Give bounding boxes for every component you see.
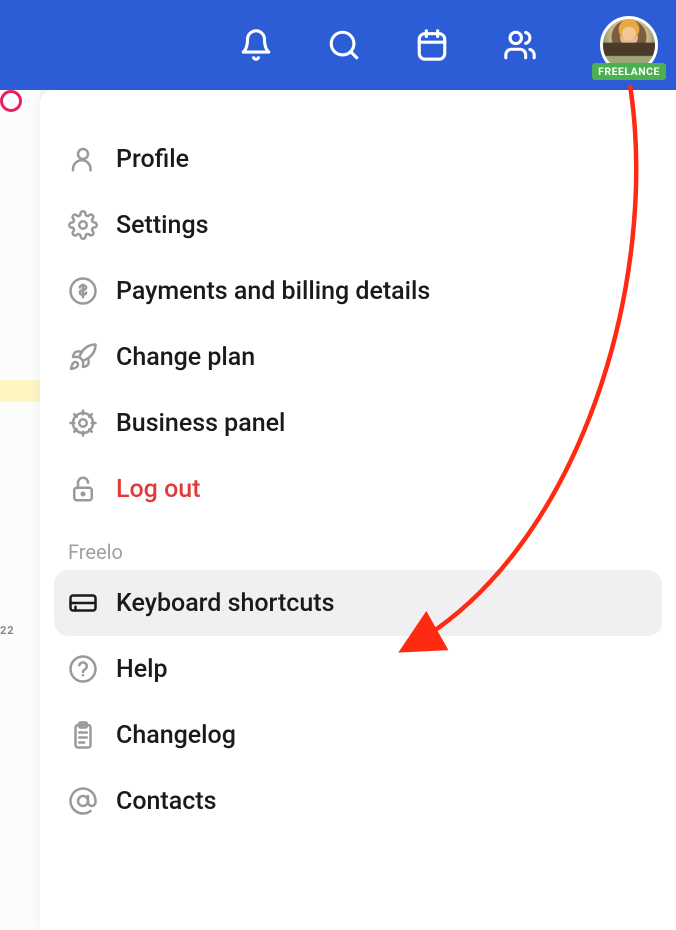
rocket-icon: [68, 342, 98, 372]
notification-icon[interactable]: [236, 25, 276, 65]
calendar-icon[interactable]: [412, 25, 452, 65]
menu-item-label: Changelog: [116, 721, 236, 750]
menu-item-changelog[interactable]: Changelog: [54, 702, 662, 768]
help-icon: [68, 654, 98, 684]
avatar-menu-trigger[interactable]: FREELANCE: [600, 16, 658, 74]
people-icon[interactable]: [500, 25, 540, 65]
menu-item-label: Settings: [116, 211, 209, 240]
menu-item-payments[interactable]: Payments and billing details: [54, 258, 662, 324]
clipboard-icon: [68, 720, 98, 750]
helm-icon: [68, 408, 98, 438]
dropdown-panel: Profile Settings Payments and billing de…: [40, 90, 676, 930]
menu: Profile Settings Payments and billing de…: [40, 90, 676, 834]
menu-item-label: Profile: [116, 145, 189, 174]
topbar: FREELANCE: [0, 0, 676, 90]
menu-item-label: Payments and billing details: [116, 277, 430, 306]
menu-item-label: Contacts: [116, 787, 216, 816]
menu-item-profile[interactable]: Profile: [54, 126, 662, 192]
menu-item-contacts[interactable]: Contacts: [54, 768, 662, 834]
menu-item-label: Help: [116, 655, 168, 684]
menu-item-label: Business panel: [116, 409, 285, 438]
menu-item-label: Keyboard shortcuts: [116, 589, 334, 618]
menu-item-settings[interactable]: Settings: [54, 192, 662, 258]
menu-item-business-panel[interactable]: Business panel: [54, 390, 662, 456]
at-icon: [68, 786, 98, 816]
dollar-icon: [68, 276, 98, 306]
keyboard-icon: [68, 588, 98, 618]
menu-item-keyboard-shortcuts[interactable]: Keyboard shortcuts: [54, 570, 662, 636]
backdrop: 22: [0, 90, 40, 930]
section-label: Freelo: [54, 522, 662, 570]
menu-item-help[interactable]: Help: [54, 636, 662, 702]
gear-icon: [68, 210, 98, 240]
menu-item-logout[interactable]: Log out: [54, 456, 662, 522]
menu-item-change-plan[interactable]: Change plan: [54, 324, 662, 390]
plan-badge: FREELANCE: [592, 63, 666, 80]
menu-item-label: Log out: [116, 475, 201, 504]
search-icon[interactable]: [324, 25, 364, 65]
user-icon: [68, 144, 98, 174]
lock-icon: [68, 474, 98, 504]
menu-item-label: Change plan: [116, 343, 255, 372]
